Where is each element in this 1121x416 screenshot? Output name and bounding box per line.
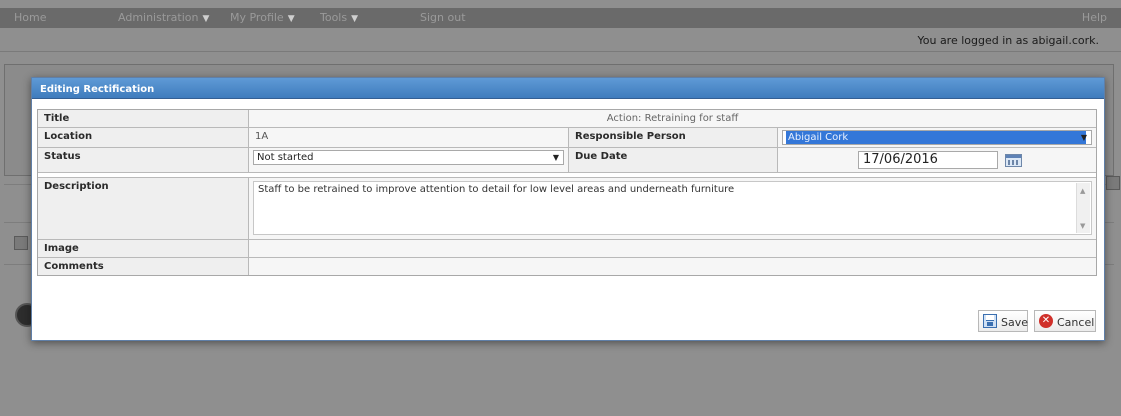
cancel-label: Cancel — [1057, 316, 1095, 329]
title-label: Title — [38, 110, 249, 127]
cancel-button[interactable]: ✕ Cancel — [1034, 310, 1096, 332]
title-row: Title Action: Retraining for staff — [38, 110, 1096, 128]
nav-home[interactable]: Home — [14, 11, 46, 24]
responsible-person-label: Responsible Person — [569, 128, 778, 147]
image-label: Image — [38, 240, 249, 257]
login-status: You are logged in as abigail.cork. — [917, 34, 1099, 47]
nav-help[interactable]: Help — [1082, 11, 1107, 24]
nav-sign-out[interactable]: Sign out — [420, 11, 466, 24]
comments-value[interactable] — [249, 258, 1096, 275]
calendar-icon[interactable] — [1005, 154, 1022, 167]
description-label: Description — [38, 178, 249, 239]
scroll-up-icon[interactable]: ▲ — [1080, 187, 1085, 195]
status-cell: Not started ▼ — [249, 148, 569, 172]
status-selected: Not started — [257, 152, 314, 163]
status-row: Status Not started ▼ Due Date 17/06/2016 — [38, 148, 1096, 173]
save-icon — [983, 314, 997, 328]
status-label: Status — [38, 148, 249, 172]
description-textarea[interactable]: Staff to be retrained to improve attenti… — [253, 181, 1092, 235]
responsible-person-cell: Abigail Cork ▼ — [778, 128, 1096, 147]
chevron-down-icon: ▼ — [1080, 133, 1087, 142]
nav-administration[interactable]: Administration ▼ — [118, 11, 209, 24]
scroll-down-icon[interactable]: ▼ — [1080, 222, 1085, 230]
save-button[interactable]: Save — [978, 310, 1028, 332]
due-date-cell: 17/06/2016 — [778, 148, 1096, 172]
cancel-icon: ✕ — [1039, 314, 1053, 328]
location-label: Location — [38, 128, 249, 147]
chevron-down-icon: ▼ — [202, 14, 210, 24]
description-text: Staff to be retrained to improve attenti… — [258, 184, 735, 195]
chevron-down-icon: ▼ — [287, 14, 295, 24]
chevron-down-icon: ▼ — [351, 14, 359, 24]
nav-my-profile[interactable]: My Profile ▼ — [230, 11, 295, 24]
image-value[interactable] — [249, 240, 1096, 257]
editing-rectification-dialog: Editing Rectification Title Action: Retr… — [31, 77, 1105, 341]
chevron-down-icon: ▼ — [552, 153, 559, 162]
nav-tools[interactable]: Tools ▼ — [320, 11, 358, 24]
title-value: Action: Retraining for staff — [249, 110, 1096, 127]
rectification-form: Title Action: Retraining for staff Locat… — [37, 109, 1097, 276]
due-date-picker: 17/06/2016 — [782, 150, 1092, 170]
description-scrollbar[interactable]: ▲ ▼ — [1076, 183, 1090, 233]
login-bar: You are logged in as abigail.cork. — [0, 28, 1121, 52]
background-button — [1106, 176, 1120, 190]
comments-label: Comments — [38, 258, 249, 275]
description-cell: Staff to be retrained to improve attenti… — [249, 178, 1096, 239]
status-select[interactable]: Not started ▼ — [253, 150, 564, 165]
location-row: Location 1A Responsible Person Abigail C… — [38, 128, 1096, 148]
background-button — [14, 236, 28, 250]
dialog-header[interactable]: Editing Rectification — [32, 78, 1104, 99]
dialog-title: Editing Rectification — [40, 84, 155, 95]
due-date-label: Due Date — [569, 148, 778, 172]
responsible-person-selected: Abigail Cork — [786, 131, 1086, 144]
save-label: Save — [1001, 316, 1029, 329]
location-value: 1A — [249, 128, 569, 147]
top-navigation: Home Administration ▼ My Profile ▼ Tools ▼ … — [0, 8, 1121, 28]
due-date-input[interactable]: 17/06/2016 — [858, 151, 998, 169]
responsible-person-select[interactable]: Abigail Cork ▼ — [782, 130, 1092, 145]
comments-row: Comments — [38, 258, 1096, 275]
description-row: Description Staff to be retrained to imp… — [38, 178, 1096, 240]
image-row: Image — [38, 240, 1096, 258]
